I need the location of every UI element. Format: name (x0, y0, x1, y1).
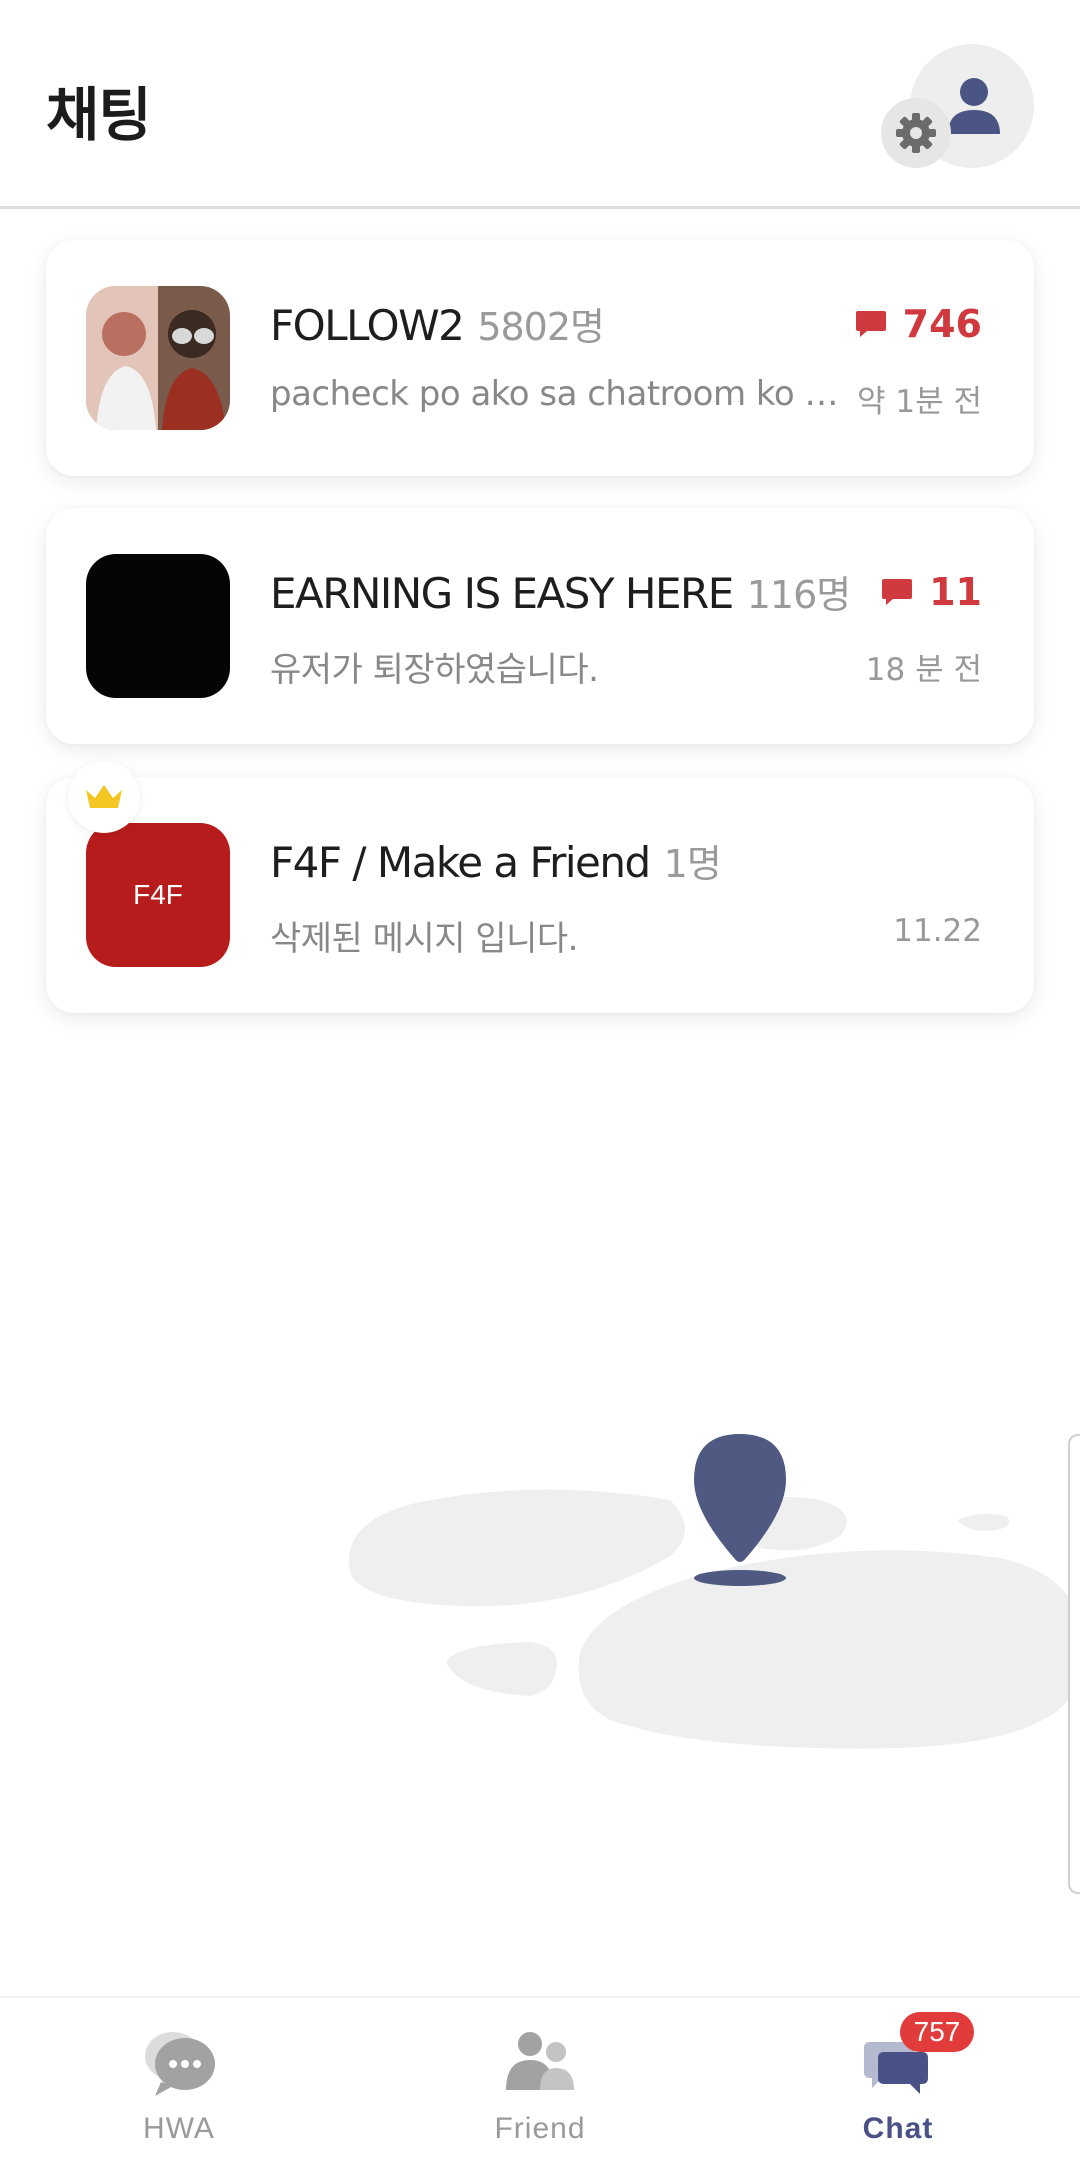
last-message-preview: pacheck po ako sa chatroom ko po pls (270, 374, 850, 414)
nav-label-chat: Chat (862, 2112, 934, 2145)
last-message-time: 11.22 (893, 913, 982, 949)
nav-tab-friend[interactable]: Friend (440, 1998, 640, 2160)
thumbnail-label: F4F (133, 879, 183, 910)
page-title: 채팅 (46, 81, 152, 149)
friends-icon (506, 2032, 574, 2090)
map-pin-icon (694, 1434, 786, 1586)
nav-label-friend: Friend (494, 2112, 586, 2145)
side-drawer-handle[interactable] (1068, 1434, 1080, 1894)
nav-tab-hwa[interactable]: HWA (79, 1998, 279, 2160)
chat-room-card-f4f[interactable]: F4F F4F / Make a Friend 1명 삭제된 메시지 입니다. 1… (46, 761, 1034, 1013)
chat-room-card-follow2[interactable]: FOLLOW2 5802명 746 pacheck po ako sa chatr… (46, 240, 1034, 476)
member-count: 1명 (663, 842, 722, 886)
chat-bubble-icon (882, 579, 913, 605)
chat-room-card-earning[interactable]: EARNING IS EASY HERE 116명 11 유저가 퇴장하였습니다.… (46, 508, 1034, 744)
chat-unread-badge: 757 (900, 2012, 974, 2052)
room-title: F4F / Make a Friend 1명 (270, 833, 722, 888)
member-count: 5802명 (477, 305, 605, 349)
room-thumbnail: F4F (86, 823, 230, 967)
room-thumbnail (86, 286, 230, 430)
hwa-chat-icon (145, 2032, 215, 2096)
empty-map-illustration (340, 1430, 1080, 1760)
last-message-time: 18 분 전 (865, 652, 982, 688)
last-message-preview: 삭제된 메시지 입니다. (270, 919, 578, 959)
member-count: 116명 (746, 573, 851, 617)
settings-button[interactable] (881, 98, 951, 168)
room-thumbnail (86, 554, 230, 698)
unread-indicator: 11 (881, 570, 982, 614)
last-message-preview: 유저가 퇴장하였습니다. (270, 650, 599, 690)
room-title: FOLLOW2 5802명 (270, 296, 605, 351)
gear-icon (896, 113, 936, 153)
last-message-time: 약 1분 전 (857, 384, 982, 420)
unread-count: 746 (902, 302, 982, 346)
app-header: 채팅 (0, 0, 1080, 209)
room-name: EARNING IS EASY HERE (270, 569, 734, 618)
owner-badge (68, 761, 140, 833)
room-name: FOLLOW2 (270, 301, 465, 350)
room-title: EARNING IS EASY HERE 116명 (270, 564, 851, 619)
unread-count: 11 (929, 570, 982, 614)
nav-tab-chat[interactable]: 757 Chat (798, 1998, 998, 2160)
nav-label-hwa: HWA (143, 2112, 215, 2145)
chat-bubble-icon (855, 311, 886, 337)
unread-indicator: 746 (855, 302, 982, 346)
room-name: F4F / Make a Friend (270, 838, 651, 887)
crown-icon (86, 785, 122, 808)
bottom-navigation: HWA Friend 757 Chat (0, 1996, 1080, 2160)
